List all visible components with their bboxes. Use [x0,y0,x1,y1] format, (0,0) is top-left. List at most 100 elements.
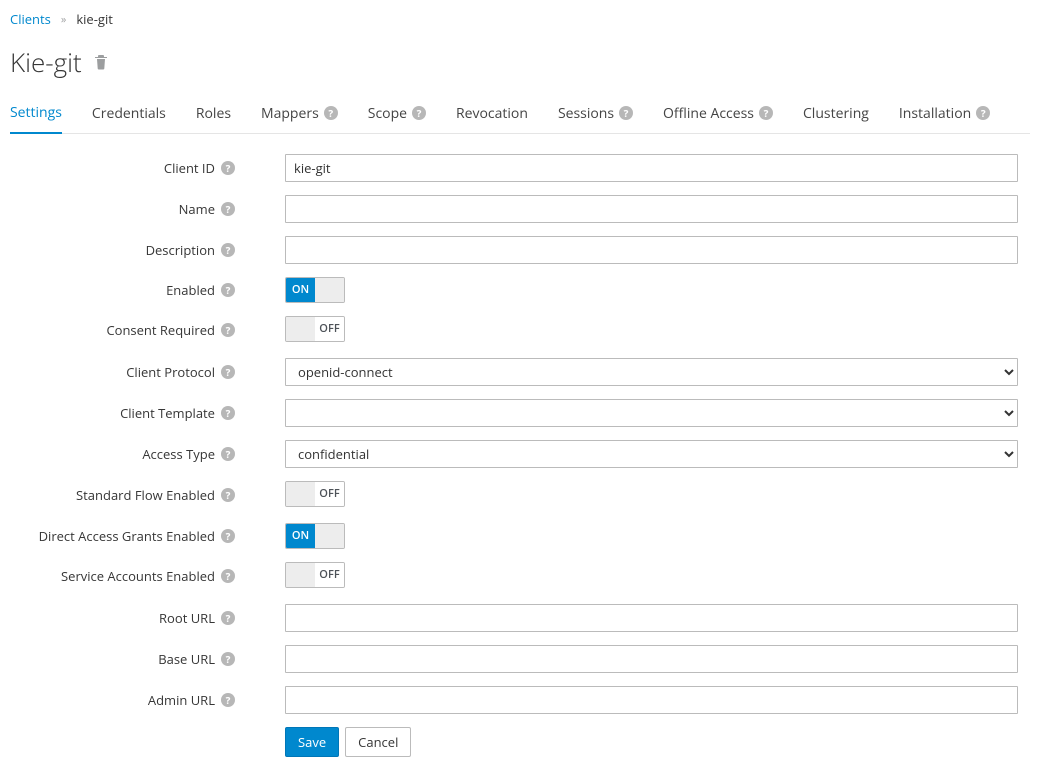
help-icon[interactable]: ? [221,283,235,297]
breadcrumb-separator: » [61,12,66,27]
page-title-row: Kie-git [10,48,1030,77]
row-standard-flow: Standard Flow Enabled ? OFF [10,481,1030,510]
label-base-url: Base URL ? [10,650,245,668]
save-button[interactable]: Save [285,727,339,757]
help-icon[interactable]: ? [221,569,235,583]
row-client-template: Client Template ? [10,399,1030,427]
breadcrumb-clients-link[interactable]: Clients [10,10,51,28]
tab-credentials[interactable]: Credentials [92,95,166,134]
label-direct-access: Direct Access Grants Enabled ? [10,527,245,545]
help-icon[interactable]: ? [221,406,235,420]
help-icon[interactable]: ? [221,447,235,461]
label-name: Name ? [10,200,245,218]
label-standard-flow: Standard Flow Enabled ? [10,486,245,504]
tab-mappers[interactable]: Mappers? [261,95,338,134]
tab-label: Roles [196,104,231,123]
row-access-type: Access Type ? confidential [10,440,1030,468]
tab-label: Installation [899,104,971,123]
label-access-type: Access Type ? [10,445,245,463]
help-icon[interactable]: ? [221,243,235,257]
row-base-url: Base URL ? [10,645,1030,673]
toggle-off-label: OFF [315,317,344,341]
label-root-url: Root URL ? [10,609,245,627]
row-client-id: Client ID ? [10,154,1030,182]
root-url-input[interactable] [285,604,1018,632]
row-root-url: Root URL ? [10,604,1030,632]
trash-icon[interactable] [94,54,108,70]
tab-offline-access[interactable]: Offline Access? [663,95,773,134]
tab-label: Credentials [92,104,166,123]
row-client-protocol: Client Protocol ? openid-connect [10,358,1030,386]
label-enabled: Enabled ? [10,281,245,299]
tab-label: Settings [10,103,62,122]
row-direct-access: Direct Access Grants Enabled ? ON [10,523,1030,549]
tab-label: Clustering [803,104,869,123]
help-icon[interactable]: ? [324,106,338,120]
label-service-accounts: Service Accounts Enabled ? [10,567,245,585]
toggle-off-label: OFF [315,482,344,506]
row-service-accounts: Service Accounts Enabled ? OFF [10,562,1030,591]
admin-url-input[interactable] [285,686,1018,714]
settings-form: Client ID ? Name ? Description ? Enabled… [10,154,1030,757]
row-admin-url: Admin URL ? [10,686,1030,714]
help-icon[interactable]: ? [221,693,235,707]
label-description: Description ? [10,241,245,259]
help-icon[interactable]: ? [412,106,426,120]
consent-required-toggle[interactable]: OFF [285,316,345,342]
help-icon[interactable]: ? [221,529,235,543]
help-icon[interactable]: ? [759,106,773,120]
standard-flow-toggle[interactable]: OFF [285,481,345,507]
tab-revocation[interactable]: Revocation [456,95,528,134]
help-icon[interactable]: ? [221,365,235,379]
label-client-id: Client ID ? [10,159,245,177]
tab-label: Scope [368,104,407,123]
tab-scope[interactable]: Scope? [368,95,426,134]
row-consent-required: Consent Required ? OFF [10,316,1030,345]
tab-roles[interactable]: Roles [196,95,231,134]
row-enabled: Enabled ? ON [10,277,1030,303]
name-input[interactable] [285,195,1018,223]
access-type-select[interactable]: confidential [285,440,1018,468]
cancel-button[interactable]: Cancel [345,727,411,757]
toggle-off-label: OFF [315,563,344,587]
label-admin-url: Admin URL ? [10,691,245,709]
enabled-toggle[interactable]: ON [285,277,345,303]
tab-label: Revocation [456,104,528,123]
help-icon[interactable]: ? [221,611,235,625]
toggle-handle [286,317,315,341]
toggle-handle [315,524,344,548]
breadcrumb-current: kie-git [76,10,113,28]
toggle-on-label: ON [286,524,315,548]
toggle-handle [286,563,315,587]
tab-label: Sessions [558,104,614,123]
direct-access-toggle[interactable]: ON [285,523,345,549]
toggle-handle [315,278,344,302]
toggle-handle [286,482,315,506]
label-consent-required: Consent Required ? [10,321,245,339]
client-protocol-select[interactable]: openid-connect [285,358,1018,386]
page-title: Kie-git [10,48,82,77]
help-icon[interactable]: ? [619,106,633,120]
form-actions: Save Cancel [10,727,1030,757]
help-icon[interactable]: ? [221,202,235,216]
toggle-on-label: ON [286,278,315,302]
row-description: Description ? [10,236,1030,264]
help-icon[interactable]: ? [221,488,235,502]
tab-label: Offline Access [663,104,754,123]
help-icon[interactable]: ? [221,161,235,175]
tab-clustering[interactable]: Clustering [803,95,869,134]
base-url-input[interactable] [285,645,1018,673]
service-accounts-toggle[interactable]: OFF [285,562,345,588]
tab-sessions[interactable]: Sessions? [558,95,633,134]
label-client-template: Client Template ? [10,404,245,422]
client-id-input[interactable] [285,154,1018,182]
row-name: Name ? [10,195,1030,223]
help-icon[interactable]: ? [976,106,990,120]
help-icon[interactable]: ? [221,323,235,337]
help-icon[interactable]: ? [221,652,235,666]
tab-installation[interactable]: Installation? [899,95,990,134]
description-input[interactable] [285,236,1018,264]
tabs: Settings Credentials Roles Mappers? Scope? Re… [10,95,1030,134]
client-template-select[interactable] [285,399,1018,427]
tab-settings[interactable]: Settings [10,95,62,134]
